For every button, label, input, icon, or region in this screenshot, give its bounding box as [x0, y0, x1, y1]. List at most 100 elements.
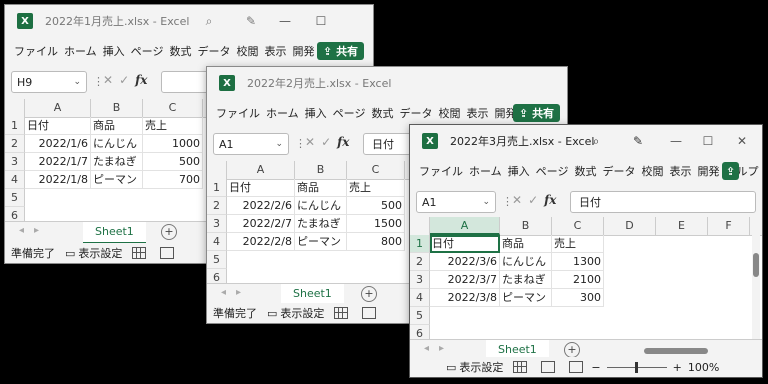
row-header[interactable]: 2 — [5, 135, 25, 153]
tab-review[interactable]: 校閲 — [233, 43, 261, 59]
cell-b3[interactable]: たまねぎ — [91, 153, 143, 171]
zoom-level[interactable]: 100% — [688, 361, 719, 374]
normal-view-icon[interactable] — [132, 247, 147, 259]
cell-a3[interactable]: 2022/2/7 — [227, 215, 295, 233]
cell-a1[interactable]: 日付 — [227, 179, 295, 197]
tab-insert[interactable]: 挿入 — [505, 163, 533, 179]
row-header[interactable]: 5 — [410, 307, 430, 325]
row-header[interactable]: 3 — [207, 215, 227, 233]
cell-b4[interactable]: ピーマン — [295, 233, 347, 251]
tab-insert[interactable]: 挿入 — [302, 105, 330, 121]
row-header[interactable]: 4 — [207, 233, 227, 251]
cell-c3[interactable]: 1500 — [347, 215, 405, 233]
row-header[interactable]: 4 — [5, 171, 25, 189]
sheet-nav-arrows-icon[interactable]: ◂▸ — [19, 225, 49, 236]
cell-b2[interactable]: にんじん — [295, 197, 347, 215]
tab-developer[interactable]: 開発 — [289, 43, 317, 59]
cell-a3[interactable]: 2022/1/7 — [25, 153, 91, 171]
name-box[interactable]: A1 ⌄ — [416, 191, 496, 213]
cell-a3[interactable]: 2022/3/7 — [430, 271, 500, 289]
tab-home[interactable]: ホーム — [263, 105, 302, 121]
tab-page[interactable]: ページ — [330, 105, 369, 121]
row-header[interactable]: 6 — [207, 269, 227, 283]
vertical-scrollbar[interactable] — [752, 235, 760, 339]
col-header-d[interactable]: D — [604, 217, 656, 235]
close-button[interactable]: ✕ — [730, 131, 754, 151]
tab-page[interactable]: ページ — [533, 163, 572, 179]
maximize-button[interactable]: ☐ — [696, 131, 720, 151]
share-button[interactable]: ⇪ — [722, 162, 740, 180]
tab-data[interactable]: データ — [194, 43, 233, 59]
cell-c1[interactable]: 売上 — [552, 235, 604, 253]
cell-b3[interactable]: たまねぎ — [500, 271, 552, 289]
insert-function-icon[interactable]: fx — [544, 193, 556, 207]
cell-c4[interactable]: 300 — [552, 289, 604, 307]
display-settings-button[interactable]: ▭ 表示設定 — [267, 305, 324, 321]
enter-icon[interactable]: ✓ — [321, 135, 331, 149]
name-box[interactable]: A1 ⌄ — [213, 133, 289, 155]
enter-icon[interactable]: ✓ — [528, 193, 538, 207]
minimize-button[interactable]: — — [273, 11, 297, 31]
col-header-a[interactable]: A — [227, 161, 295, 179]
chevron-down-icon[interactable]: ⌄ — [73, 77, 81, 87]
sheet-nav-arrows-icon[interactable]: ◂▸ — [221, 287, 251, 298]
search-icon[interactable]: ⌕ — [201, 13, 217, 29]
row-header[interactable]: 1 — [207, 179, 227, 197]
cancel-icon[interactable]: ✕ — [103, 73, 113, 87]
pen-icon[interactable]: ✎ — [243, 13, 259, 29]
row-header[interactable]: 4 — [410, 289, 430, 307]
tab-file[interactable]: ファイル — [416, 163, 466, 179]
tab-formulas[interactable]: 数式 — [166, 43, 194, 59]
tab-file[interactable]: ファイル — [11, 43, 61, 59]
cell-b1[interactable]: 商品 — [500, 235, 552, 253]
pen-icon[interactable]: ✎ — [630, 133, 646, 149]
cell-a4[interactable]: 2022/2/8 — [227, 233, 295, 251]
select-all[interactable] — [410, 217, 430, 235]
tab-view[interactable]: 表示 — [463, 105, 491, 121]
tab-insert[interactable]: 挿入 — [100, 43, 128, 59]
tab-file[interactable]: ファイル — [213, 105, 263, 121]
cell-c1[interactable]: 売上 — [143, 117, 203, 135]
col-header-b[interactable]: B — [91, 99, 143, 117]
row-header[interactable]: 3 — [410, 271, 430, 289]
display-settings-button[interactable]: ▭ 表示設定 — [65, 245, 122, 261]
cell-c2[interactable]: 500 — [347, 197, 405, 215]
zoom-slider-thumb[interactable] — [634, 361, 638, 373]
share-button[interactable]: ⇪ 共有 — [317, 42, 365, 60]
col-header-f[interactable]: F — [708, 217, 750, 235]
normal-view-icon[interactable] — [513, 361, 528, 373]
row-header[interactable]: 5 — [5, 189, 25, 207]
tab-review[interactable]: 校閲 — [435, 105, 463, 121]
cell-a2[interactable]: 2022/2/6 — [227, 197, 295, 215]
row-header[interactable]: 2 — [410, 253, 430, 271]
cell-c3[interactable]: 500 — [143, 153, 203, 171]
tab-home[interactable]: ホーム — [466, 163, 505, 179]
select-all[interactable] — [207, 161, 227, 179]
cell-c1[interactable]: 売上 — [347, 179, 405, 197]
cell-b4[interactable]: ピーマン — [500, 289, 552, 307]
zoom-slider[interactable] — [606, 361, 667, 373]
cell-b2[interactable]: にんじん — [500, 253, 552, 271]
page-break-view-icon[interactable] — [569, 361, 584, 373]
worksheet-grid[interactable]: A B C D E F 1 2 3 4 5 6 日付 商品 売上 2022/3/… — [410, 217, 762, 339]
row-header[interactable]: 6 — [5, 207, 25, 221]
row-header[interactable]: 6 — [410, 325, 430, 339]
tab-data[interactable]: データ — [396, 105, 435, 121]
select-all[interactable] — [5, 99, 25, 117]
normal-view-icon[interactable] — [334, 307, 349, 319]
cell-c3[interactable]: 2100 — [552, 271, 604, 289]
page-layout-view-icon[interactable] — [541, 361, 556, 373]
page-layout-view-icon[interactable] — [160, 247, 175, 259]
search-icon[interactable]: ⌕ — [588, 133, 604, 149]
tab-formulas[interactable]: 数式 — [368, 105, 396, 121]
tab-review[interactable]: 校閲 — [638, 163, 666, 179]
row-header[interactable]: 1 — [410, 235, 430, 253]
cell-a2[interactable]: 2022/3/6 — [430, 253, 500, 271]
tab-view[interactable]: 表示 — [666, 163, 694, 179]
enter-icon[interactable]: ✓ — [119, 73, 129, 87]
cell-b1[interactable]: 商品 — [91, 117, 143, 135]
add-sheet-icon[interactable]: + — [161, 224, 177, 240]
tab-data[interactable]: データ — [599, 163, 638, 179]
cell-b2[interactable]: にんじん — [91, 135, 143, 153]
title-bar[interactable]: X 2022年2月売上.xlsx - Excel — [207, 67, 567, 99]
